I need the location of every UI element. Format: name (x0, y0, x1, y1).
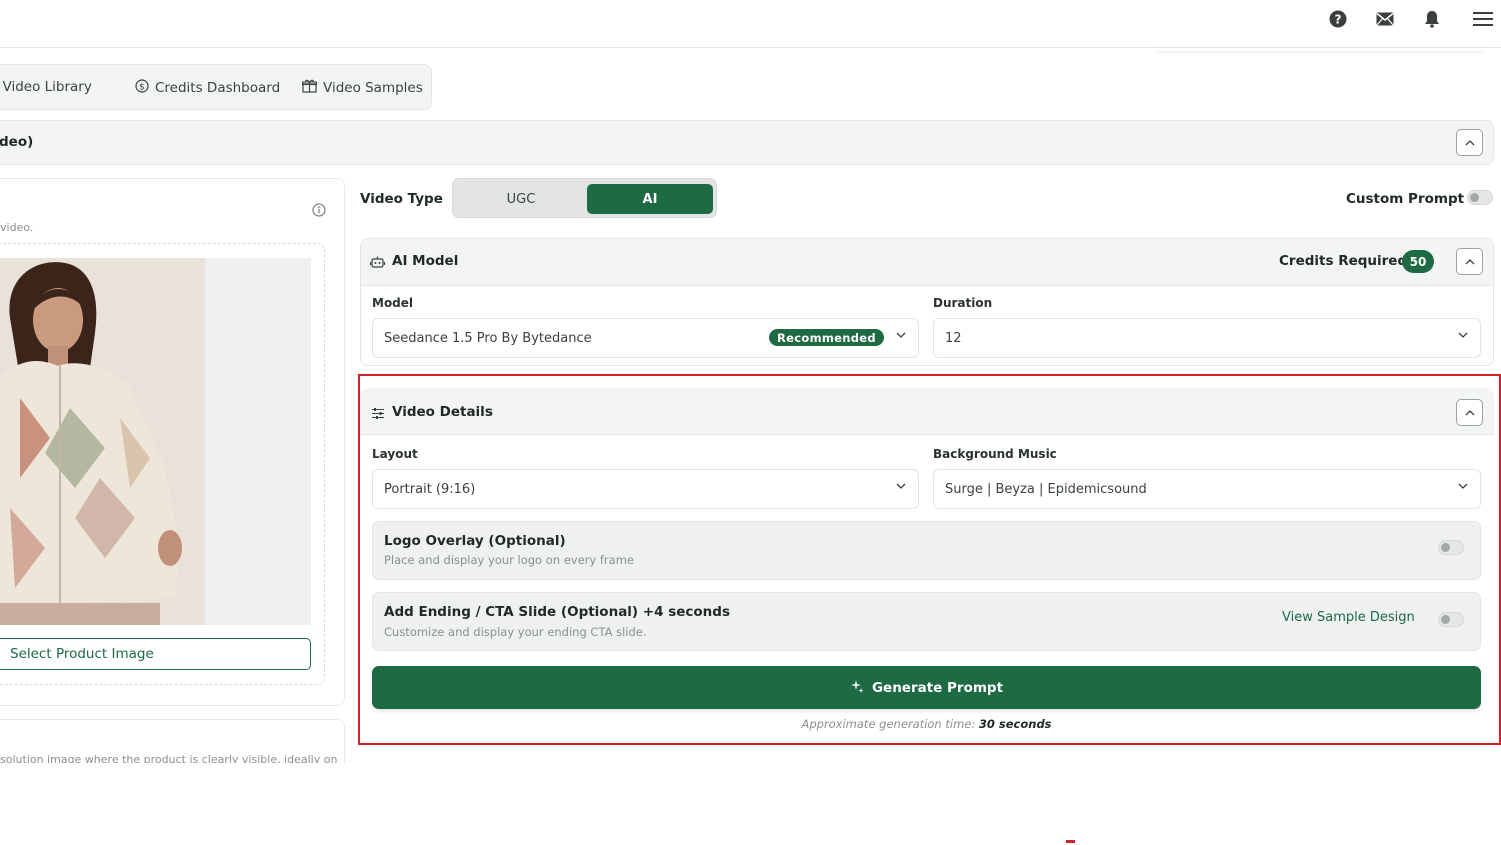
svg-text:?: ? (1335, 13, 1342, 27)
section-title: deo) (0, 134, 34, 150)
page-bottom (0, 763, 1501, 845)
select-product-image-button[interactable]: Select Product Image (0, 638, 311, 670)
highlight-frame (358, 374, 1501, 745)
dropdown-edge (1155, 47, 1485, 51)
chevron-down-icon (896, 332, 906, 338)
model-value: Seedance 1.5 Pro By Bytedance (384, 330, 592, 346)
top-bar: ? (0, 0, 1501, 48)
tab-label: Credits Dashboard (155, 80, 281, 96)
video-type-toggle: UGC AI (452, 178, 717, 218)
tab-ai-video-library[interactable]: AI Video Library (0, 79, 92, 95)
chevron-up-icon (1465, 258, 1474, 264)
custom-prompt-toggle[interactable] (1467, 190, 1493, 205)
credits-required-label: Credits Required (1279, 253, 1408, 269)
ai-model-collapse-button[interactable] (1456, 248, 1483, 275)
custom-prompt-label: Custom Prompt (1346, 191, 1465, 207)
robot-icon (369, 254, 386, 273)
info-icon[interactable] (312, 202, 326, 221)
duration-select[interactable]: 12 (933, 318, 1481, 358)
mail-icon[interactable] (1374, 8, 1396, 30)
red-marker (1066, 840, 1075, 843)
tab-label: AI Video Library (0, 79, 92, 95)
ai-model-title: AI Model (392, 253, 459, 269)
tab-credits-dashboard[interactable]: $ Credits Dashboard (135, 79, 280, 97)
bell-icon[interactable] (1421, 8, 1443, 30)
nav-tabs: AI Video Library $ Credits Dashboard Vid… (0, 64, 432, 110)
section-header[interactable]: deo) (0, 120, 1494, 165)
tab-video-samples[interactable]: Video Samples (302, 79, 423, 97)
collapse-button[interactable] (1456, 129, 1483, 156)
video-type-ai[interactable]: AI (587, 184, 713, 214)
credits-required-badge: 50 (1402, 250, 1434, 273)
chevron-down-icon (1458, 332, 1468, 338)
model-label: Model (372, 296, 414, 310)
upload-hint: video. (0, 221, 34, 234)
video-type-label: Video Type (360, 191, 443, 207)
tab-label: Video Samples (323, 80, 423, 96)
recommended-badge: Recommended (769, 329, 884, 346)
svg-text:$: $ (139, 83, 145, 93)
video-type-ugc[interactable]: UGC (458, 184, 584, 214)
chevron-up-icon (1465, 139, 1474, 145)
menu-icon[interactable] (1472, 8, 1494, 30)
product-image (0, 258, 311, 625)
duration-value: 12 (945, 330, 962, 346)
gift-icon (302, 79, 317, 97)
help-icon[interactable]: ? (1327, 8, 1349, 30)
duration-label: Duration (933, 296, 993, 310)
coin-icon: $ (135, 79, 149, 97)
